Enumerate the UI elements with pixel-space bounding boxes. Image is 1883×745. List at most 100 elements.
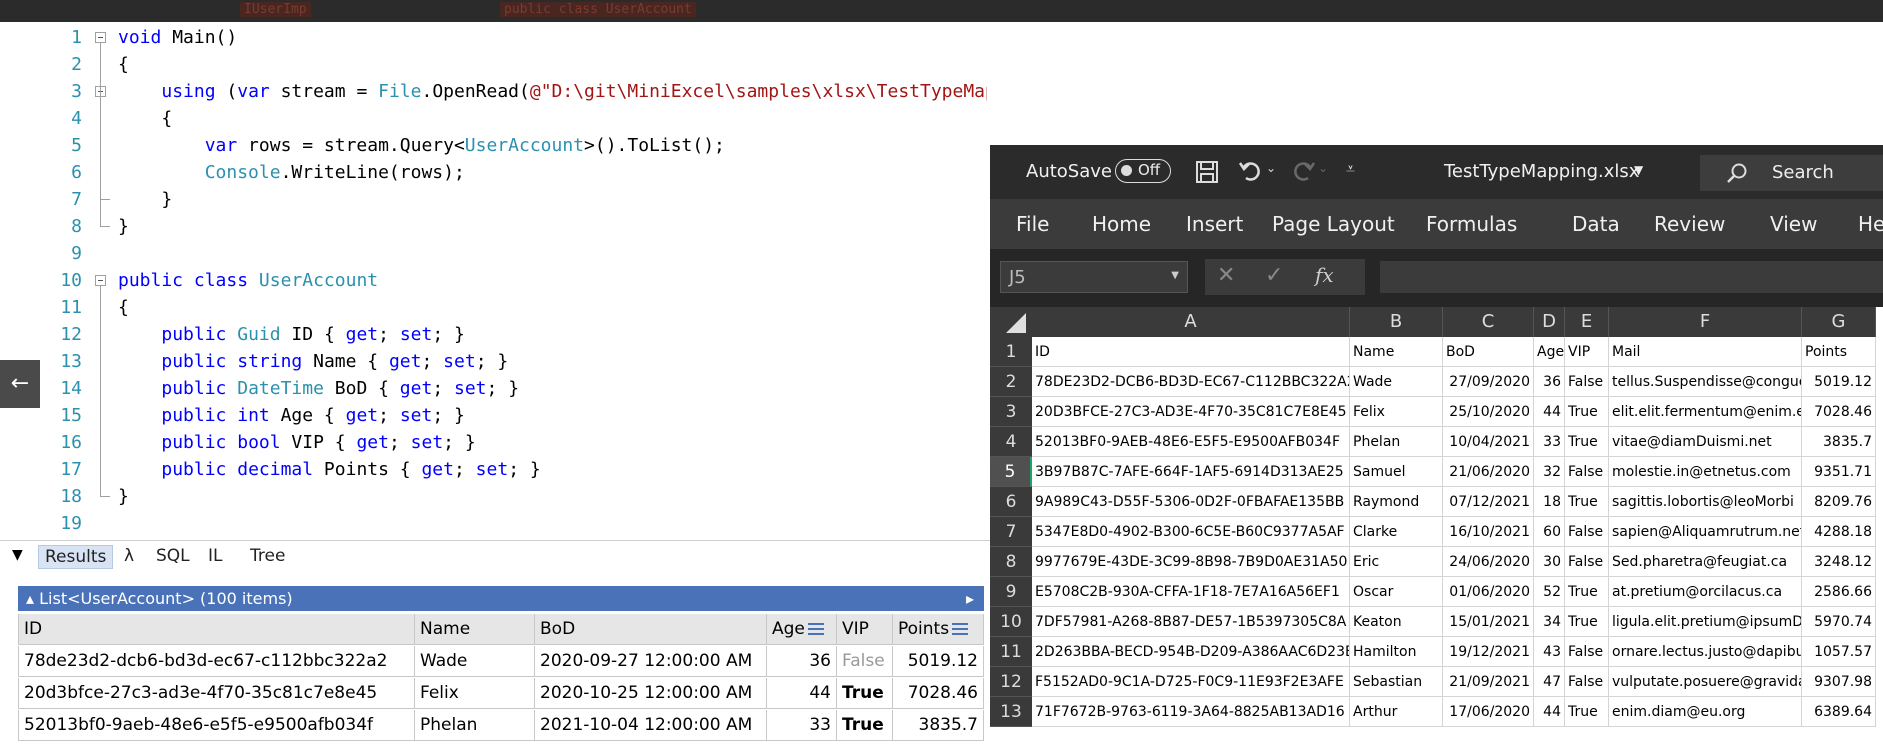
expand-arrow-icon[interactable]: ▸ (966, 586, 974, 611)
row-number-header[interactable]: 5 (990, 457, 1032, 487)
sheet-cell[interactable]: Name (1350, 337, 1443, 367)
sheet-cell[interactable]: ID (1032, 337, 1350, 367)
sheet-cell[interactable]: sapien@Aliquamrutrum.net (1609, 517, 1802, 547)
sheet-cell[interactable]: elit.elit.fermentum@enim.e (1609, 397, 1802, 427)
sheet-cell[interactable]: True (1565, 697, 1609, 727)
ribbon-tab[interactable]: View (1770, 212, 1817, 236)
ribbon-tab[interactable]: Help (1858, 212, 1883, 236)
row-number-header[interactable]: 2 (990, 367, 1032, 397)
fold-toggle-icon[interactable] (95, 32, 106, 43)
sheet-cell[interactable]: 8209.76 (1802, 487, 1876, 517)
column-letter-header[interactable]: D (1534, 307, 1565, 337)
code-line[interactable]: 3 using (var stream = File.OpenRead(@"D:… (12, 78, 987, 105)
sheet-cell[interactable]: 3835.7 (1802, 427, 1876, 457)
row-number-header[interactable]: 10 (990, 607, 1032, 637)
sheet-cell[interactable]: E5708C2B-930A-CFFA-1F18-7E7A16A56EF1 (1032, 577, 1350, 607)
column-header[interactable]: Points (893, 614, 984, 645)
sheet-cell[interactable]: 7028.46 (1802, 397, 1876, 427)
column-letter-header[interactable]: F (1609, 307, 1802, 337)
sheet-cell[interactable]: Arthur (1350, 697, 1443, 727)
ribbon-tab[interactable]: Insert (1186, 212, 1243, 236)
sheet-cell[interactable]: ligula.elit.pretium@ipsumD (1609, 607, 1802, 637)
row-number-header[interactable]: 11 (990, 637, 1032, 667)
sheet-cell[interactable]: False (1565, 517, 1609, 547)
row-number-header[interactable]: 9 (990, 577, 1032, 607)
sheet-cell[interactable]: 1057.57 (1802, 637, 1876, 667)
formula-input[interactable] (1380, 261, 1883, 293)
sheet-cell[interactable]: 44 (1534, 697, 1565, 727)
sheet-cell[interactable]: False (1565, 547, 1609, 577)
sheet-cell[interactable]: F5152AD0-9C1A-D725-F0C9-11E93F2E3AFE (1032, 667, 1350, 697)
filename-dropdown-icon[interactable]: ▼ (1634, 163, 1643, 177)
name-box-dropdown-icon[interactable]: ▼ (1171, 270, 1179, 281)
sheet-cell[interactable]: BoD (1443, 337, 1534, 367)
column-header[interactable]: Name (415, 614, 535, 645)
sheet-cell[interactable]: Oscar (1350, 577, 1443, 607)
sheet-cell[interactable]: 52 (1534, 577, 1565, 607)
sheet-cell[interactable]: 78DE23D2-DCB6-BD3D-EC67-C112BBC322A2 (1032, 367, 1350, 397)
code-line[interactable]: 12 public Guid ID { get; set; } (12, 321, 987, 348)
sheet-cell[interactable]: 2D263BBA-BECD-954B-D209-A386AAC6D23E (1032, 637, 1350, 667)
sheet-cell[interactable]: Raymond (1350, 487, 1443, 517)
sheet-cell[interactable]: 17/06/2020 (1443, 697, 1534, 727)
previous-arrow-icon[interactable]: ← (0, 360, 40, 408)
column-letter-header[interactable]: E (1565, 307, 1609, 337)
sheet-cell[interactable]: at.pretium@orcilacus.ca (1609, 577, 1802, 607)
row-number-header[interactable]: 6 (990, 487, 1032, 517)
redo-icon[interactable] (1290, 158, 1316, 188)
sheet-cell[interactable]: 15/01/2021 (1443, 607, 1534, 637)
ribbon-tab[interactable]: Data (1572, 212, 1620, 236)
sheet-cell[interactable]: False (1565, 637, 1609, 667)
sheet-cell[interactable]: 52013BF0-9AEB-48E6-E5F5-E9500AFB034F (1032, 427, 1350, 457)
fold-toggle-icon[interactable] (95, 275, 106, 286)
sheet-cell[interactable]: 7DF57981-A268-8B87-DE57-1B5397305C8A (1032, 607, 1350, 637)
sheet-cell[interactable]: 60 (1534, 517, 1565, 547)
code-line[interactable]: 4 { (12, 105, 987, 132)
code-line[interactable]: 14 public DateTime BoD { get; set; } (12, 375, 987, 402)
sheet-cell[interactable]: 3B97B87C-7AFE-664F-1AF5-6914D313AE25 (1032, 457, 1350, 487)
select-all-corner[interactable] (990, 307, 1032, 337)
tab-tree[interactable]: Tree (244, 545, 291, 567)
sheet-cell[interactable]: 16/10/2021 (1443, 517, 1534, 547)
customize-toolbar-icon[interactable]: ⩡ (1346, 159, 1355, 179)
sheet-cell[interactable]: Felix (1350, 397, 1443, 427)
sheet-cell[interactable]: sagittis.lobortis@leoMorbi (1609, 487, 1802, 517)
ribbon-tab[interactable]: Page Layout (1272, 212, 1395, 236)
column-header[interactable]: BoD (535, 614, 767, 645)
sheet-cell[interactable]: 27/09/2020 (1443, 367, 1534, 397)
enter-check-icon[interactable]: ✓ (1265, 263, 1283, 288)
row-number-header[interactable]: 1 (990, 337, 1032, 367)
worksheet-grid[interactable]: A B C D E F G 1 ID Name BoD Age VIP Mail Points 2 78DE23… (990, 307, 1883, 745)
file-name[interactable]: TestTypeMapping.xlsx (1444, 161, 1639, 182)
sheet-cell[interactable]: 5019.12 (1802, 367, 1876, 397)
sheet-cell[interactable]: True (1565, 397, 1609, 427)
sheet-cell[interactable]: 25/10/2020 (1443, 397, 1534, 427)
sheet-cell[interactable]: 9307.98 (1802, 667, 1876, 697)
row-number-header[interactable]: 12 (990, 667, 1032, 697)
code-line[interactable]: 9 (12, 240, 987, 267)
sheet-cell[interactable]: tellus.Suspendisse@congue (1609, 367, 1802, 397)
sheet-cell[interactable]: False (1565, 457, 1609, 487)
code-line[interactable]: 11 { (12, 294, 987, 321)
sheet-cell[interactable]: 9977679E-43DE-3C99-8B98-7B9D0AE31A50 (1032, 547, 1350, 577)
sheet-cell[interactable]: True (1565, 427, 1609, 457)
ribbon-tab[interactable]: Home (1092, 212, 1151, 236)
sheet-cell[interactable]: 44 (1534, 397, 1565, 427)
sheet-cell[interactable]: Mail (1609, 337, 1802, 367)
sheet-cell[interactable]: 36 (1534, 367, 1565, 397)
sheet-cell[interactable]: Samuel (1350, 457, 1443, 487)
sheet-cell[interactable]: VIP (1565, 337, 1609, 367)
sheet-cell[interactable]: 43 (1534, 637, 1565, 667)
ribbon-tab[interactable]: Formulas (1426, 212, 1517, 236)
sheet-cell[interactable]: 20D3BFCE-27C3-AD3E-4F70-35C81C7E8E45 (1032, 397, 1350, 427)
code-line[interactable]: 15 public int Age { get; set; } (12, 402, 987, 429)
search-box[interactable]: Search (1700, 155, 1883, 191)
sheet-cell[interactable]: enim.diam@eu.org (1609, 697, 1802, 727)
sheet-cell[interactable]: molestie.in@etnetus.com (1609, 457, 1802, 487)
column-header[interactable]: ID (18, 614, 415, 645)
code-line[interactable]: 7 } (12, 186, 987, 213)
tab-il[interactable]: IL (202, 545, 229, 567)
sheet-cell[interactable]: True (1565, 577, 1609, 607)
sheet-cell[interactable]: Hamilton (1350, 637, 1443, 667)
row-number-header[interactable]: 4 (990, 427, 1032, 457)
